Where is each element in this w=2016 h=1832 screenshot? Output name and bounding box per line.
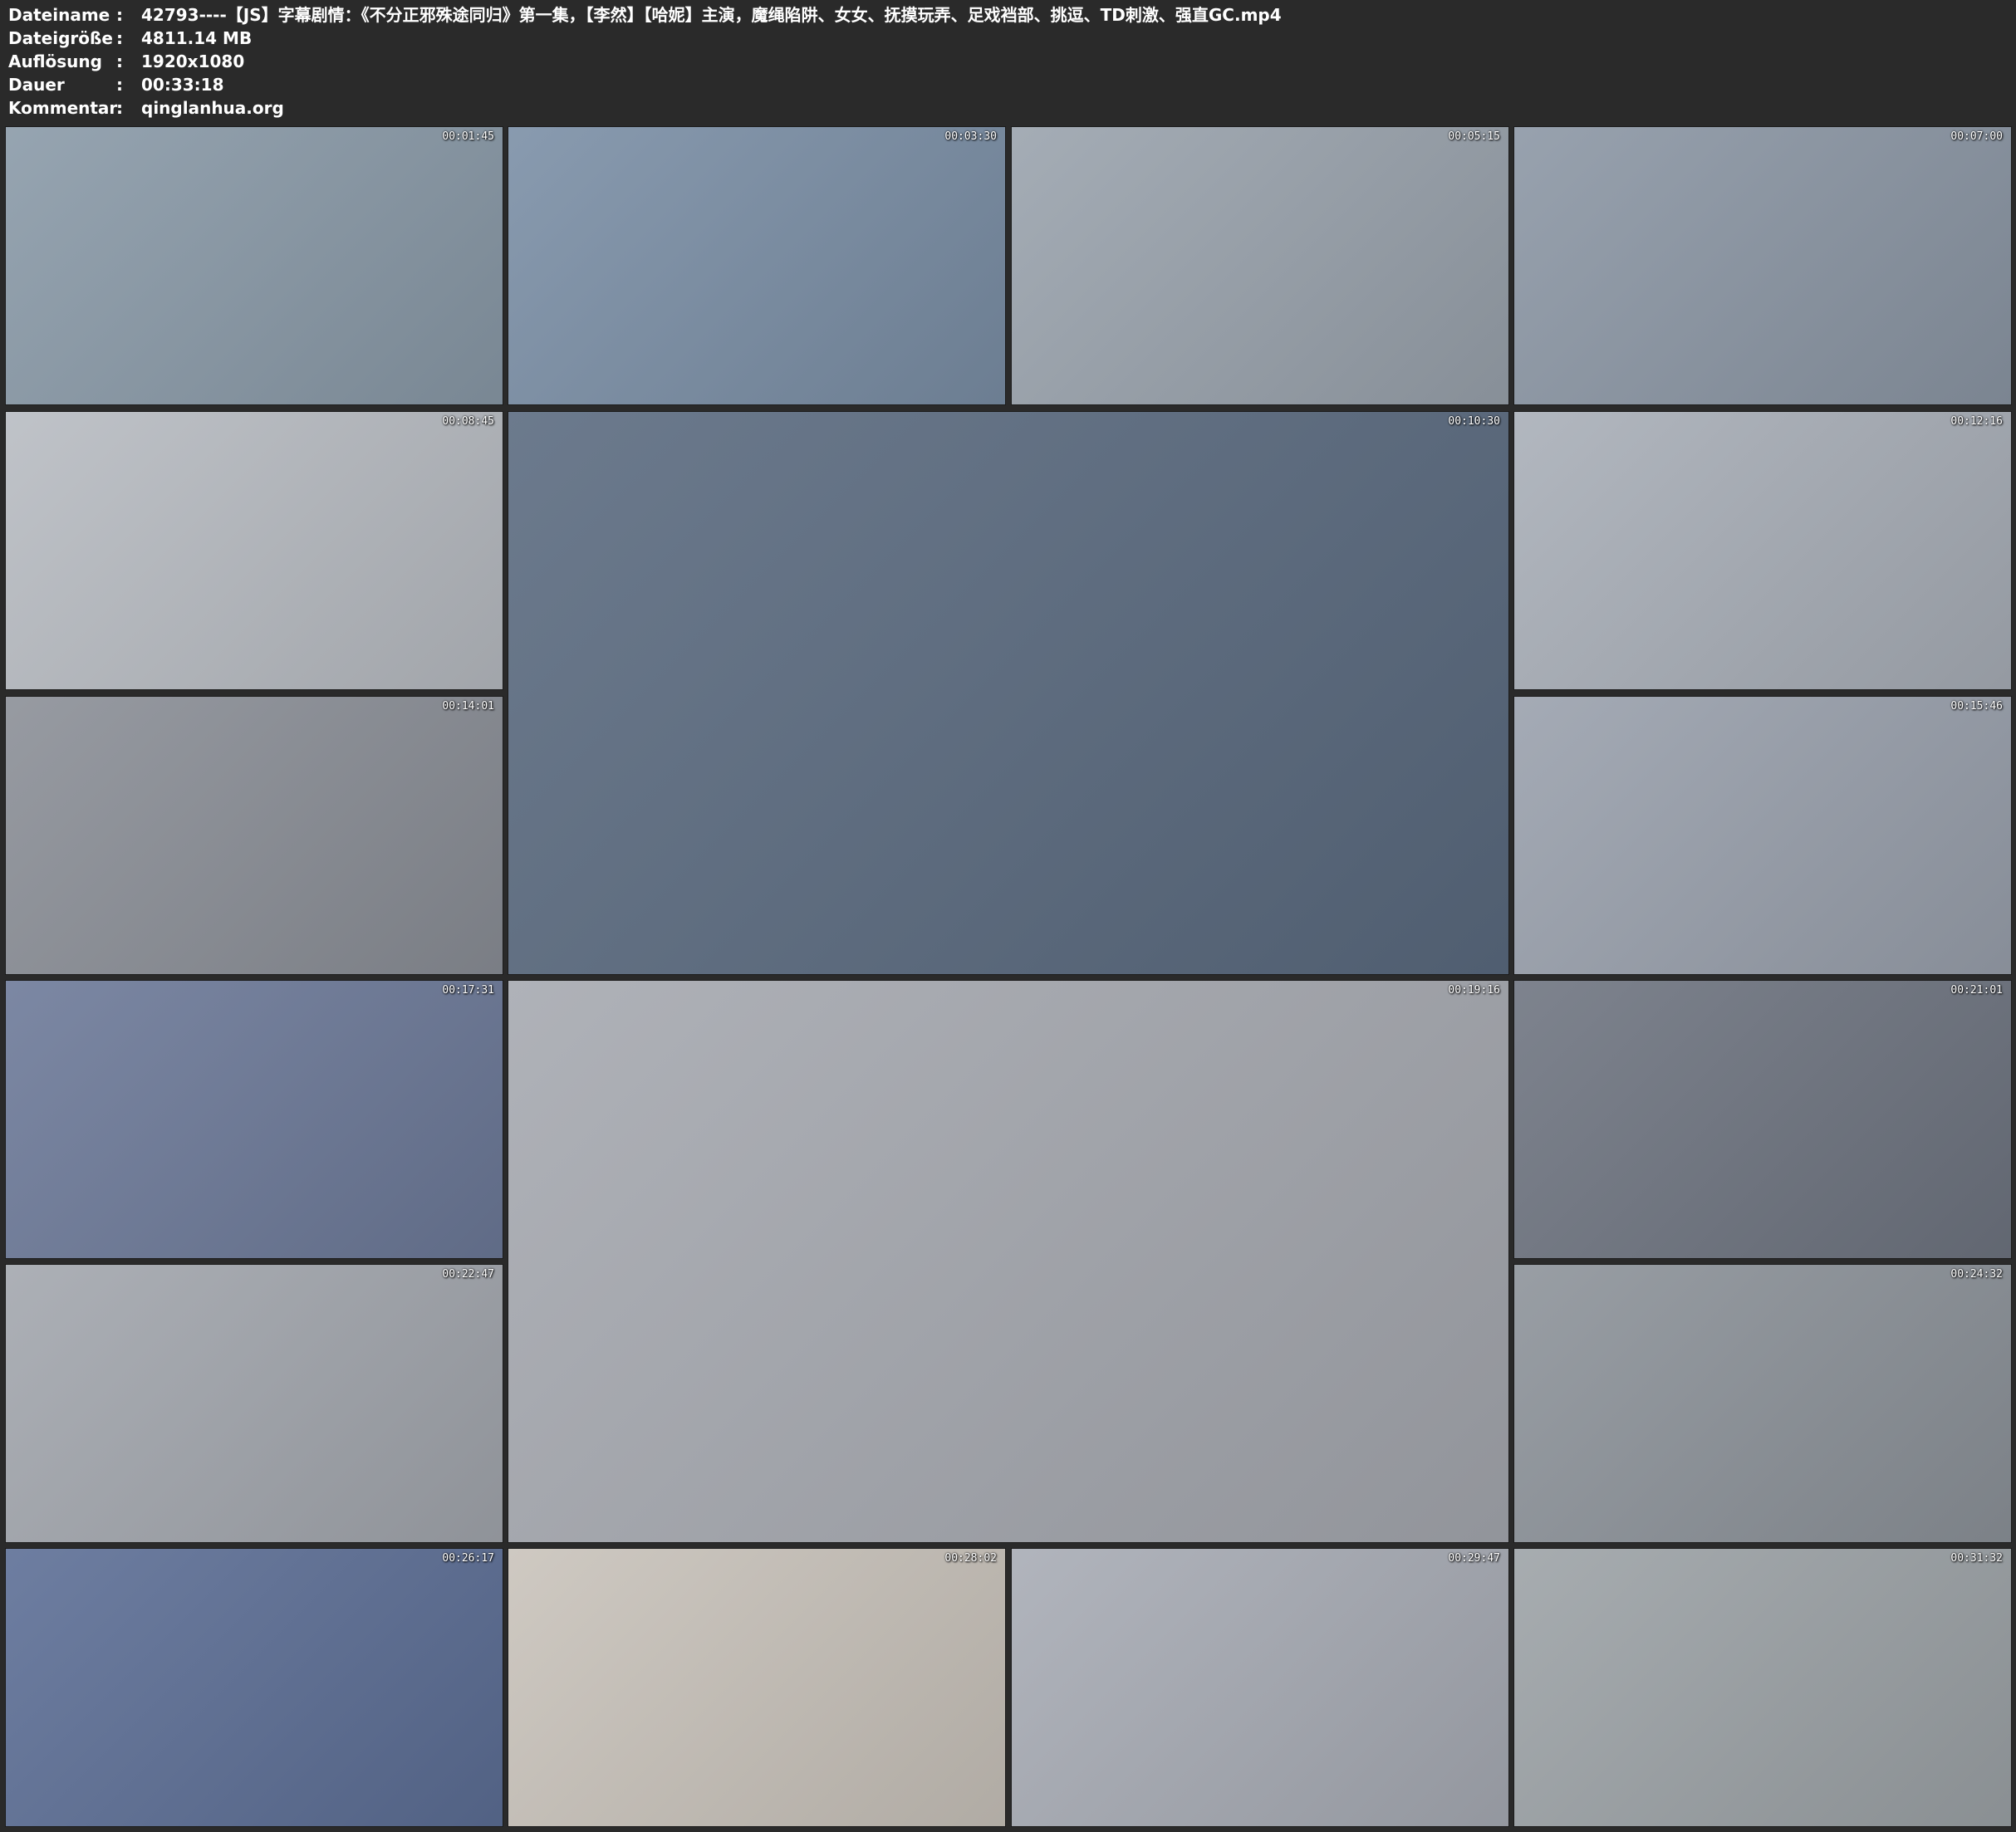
thumbnail-image [6, 981, 503, 1258]
video-thumbnail[interactable]: 00:14:01 [5, 696, 503, 975]
video-thumbnail[interactable]: 00:01:45 [5, 126, 503, 405]
thumbnail-timestamp: 00:07:00 [1950, 130, 2003, 143]
video-thumbnail[interactable]: 00:08:45 [5, 411, 503, 690]
thumbnail-timestamp: 00:19:16 [1448, 984, 1500, 997]
thumbnail-image [1514, 697, 2011, 974]
thumbnail-image [1514, 412, 2011, 689]
video-thumbnail[interactable]: 00:31:32 [1513, 1548, 2012, 1827]
thumbnail-image [1514, 127, 2011, 404]
thumbnail-image [1012, 127, 1508, 404]
thumbnail-image [508, 127, 1005, 404]
video-thumbnail[interactable]: 00:28:02 [508, 1548, 1006, 1827]
thumbnail-timestamp: 00:17:31 [442, 984, 494, 997]
video-thumbnail[interactable]: 00:15:46 [1513, 696, 2012, 975]
thumbnail-timestamp: 00:01:45 [442, 130, 494, 143]
thumbnail-timestamp: 00:08:45 [442, 415, 494, 428]
video-thumbnail[interactable]: 00:03:30 [508, 126, 1006, 405]
video-thumbnail[interactable]: 00:12:16 [1513, 411, 2012, 690]
thumbnail-image [6, 1265, 503, 1542]
thumbnail-timestamp: 00:31:32 [1950, 1552, 2003, 1565]
thumbnail-timestamp: 00:28:02 [944, 1552, 997, 1565]
thumbnail-image [6, 127, 503, 404]
video-thumbnail[interactable]: 00:19:16 [508, 980, 1509, 1543]
thumbnail-timestamp: 00:12:16 [1950, 415, 2003, 428]
video-thumbnail[interactable]: 00:10:30 [508, 411, 1509, 975]
video-thumbnail[interactable]: 00:29:47 [1011, 1548, 1509, 1827]
video-thumbnail[interactable]: 00:21:01 [1513, 980, 2012, 1259]
thumbnail-image [6, 412, 503, 689]
thumbnail-image [6, 1549, 503, 1826]
video-thumbnail[interactable]: 00:17:31 [5, 980, 503, 1259]
thumbnail-image [1514, 1549, 2011, 1826]
thumbnail-image [1514, 1265, 2011, 1542]
thumbnail-timestamp: 00:21:01 [1950, 984, 2003, 997]
thumbnail-image [508, 981, 1508, 1542]
thumbnail-timestamp: 00:10:30 [1448, 415, 1500, 428]
video-thumbnail[interactable]: 00:05:15 [1011, 126, 1509, 405]
thumbnail-timestamp: 00:14:01 [442, 700, 494, 713]
thumbnail-image [1514, 981, 2011, 1258]
thumbnail-timestamp: 00:24:32 [1950, 1268, 2003, 1281]
thumbnail-timestamp: 00:05:15 [1448, 130, 1500, 143]
video-thumbnail[interactable]: 00:24:32 [1513, 1264, 2012, 1543]
thumbnail-image [508, 412, 1508, 974]
video-thumbnail[interactable]: 00:07:00 [1513, 126, 2012, 405]
thumbnail-image [6, 697, 503, 974]
thumbnail-grid: 00:01:45 00:03:30 00:05:15 00:07:00 00:08:45… [0, 0, 2016, 1832]
video-thumbnail[interactable]: 00:22:47 [5, 1264, 503, 1543]
thumbnail-image [1012, 1549, 1508, 1826]
thumbnail-timestamp: 00:03:30 [944, 130, 997, 143]
video-thumbnail[interactable]: 00:26:17 [5, 1548, 503, 1827]
thumbnail-timestamp: 00:29:47 [1448, 1552, 1500, 1565]
thumbnail-image [508, 1549, 1005, 1826]
thumbnail-timestamp: 00:26:17 [442, 1552, 494, 1565]
thumbnail-timestamp: 00:22:47 [442, 1268, 494, 1281]
thumbnail-timestamp: 00:15:46 [1950, 700, 2003, 713]
